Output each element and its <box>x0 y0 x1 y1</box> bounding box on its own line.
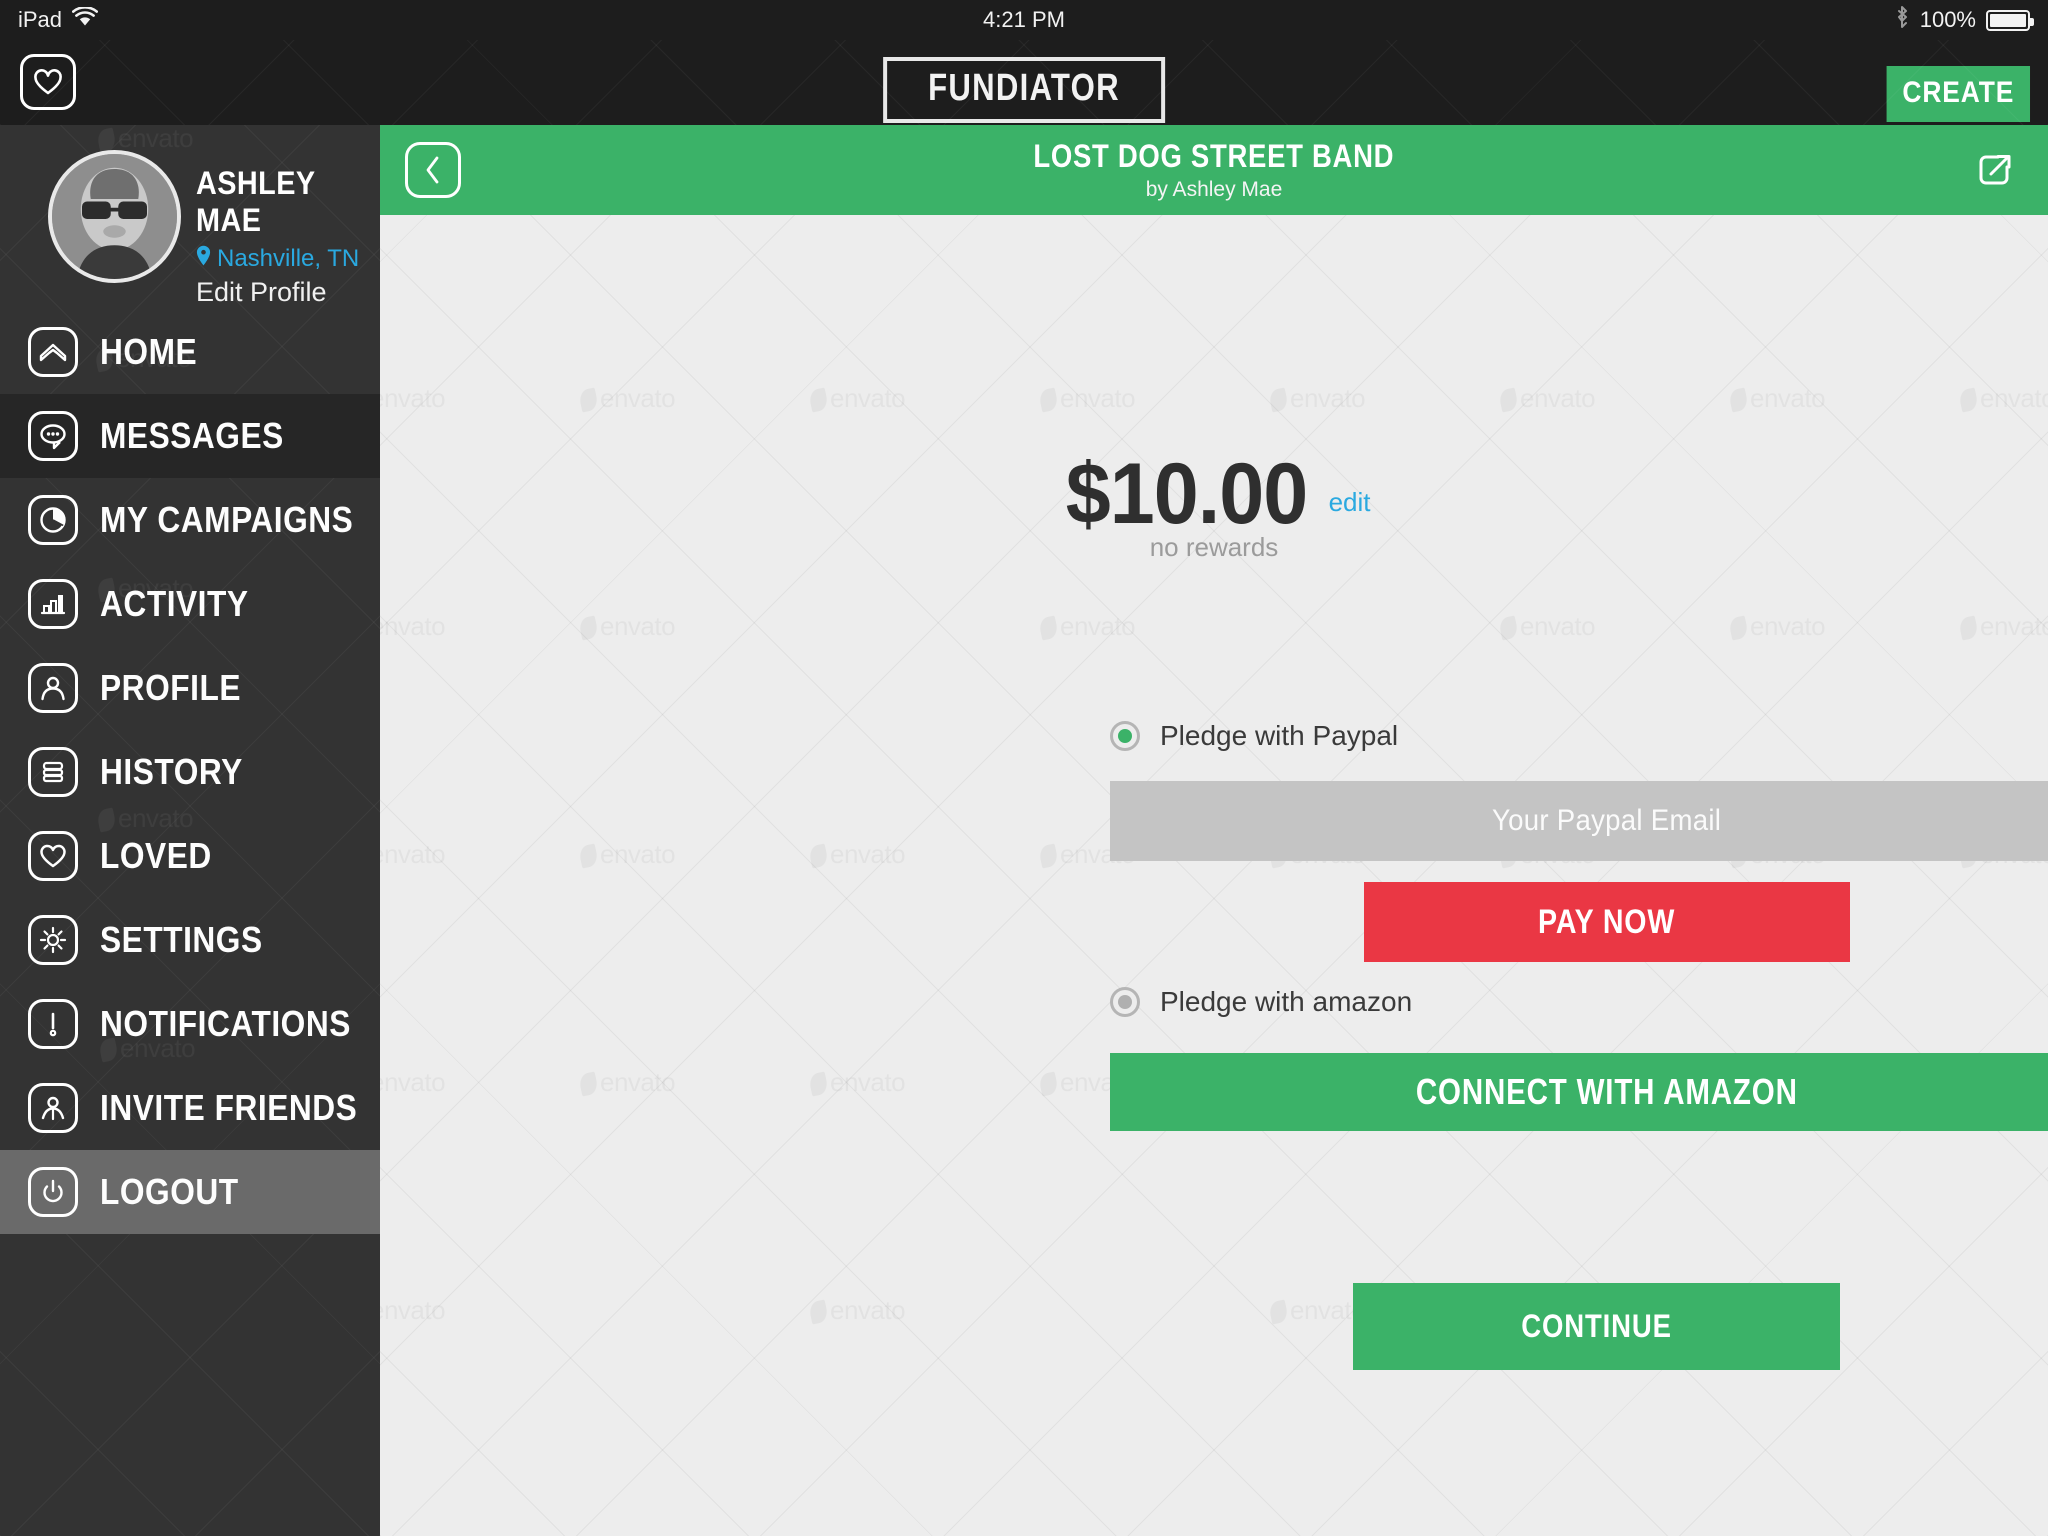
sidebar-item-label: SETTINGS <box>100 919 263 960</box>
watermark-text: envato <box>1500 611 1596 642</box>
watermark-text: envato <box>380 1295 446 1326</box>
edit-profile-link[interactable]: Edit Profile <box>196 277 380 308</box>
battery-icon <box>1986 9 2034 31</box>
power-icon <box>28 1167 78 1217</box>
sidebar-item-label: MESSAGES <box>100 415 284 456</box>
app-top-bar: FUNDIATOR CREATE <box>0 40 2048 125</box>
sidebar-item-profile[interactable]: PROFILE <box>0 646 380 730</box>
watermark-text: envato <box>810 1295 906 1326</box>
campaign-header: LOST DOG STREET BAND by Ashley Mae <box>380 125 2048 215</box>
sidebar-item-label: HOME <box>100 331 198 372</box>
sidebar-item-messages[interactable]: MESSAGES <box>0 394 380 478</box>
home-icon <box>28 327 78 377</box>
heart-icon[interactable] <box>20 54 76 110</box>
sidebar-item-label: LOGOUT <box>100 1171 239 1212</box>
sidebar-item-notifications[interactable]: NOTIFICATIONS <box>0 982 380 1066</box>
watermark-text: envato <box>380 839 446 870</box>
payment-option-label: Pledge with Paypal <box>1160 720 1399 751</box>
create-button-label: CREATE <box>1902 76 2015 109</box>
watermark-text: envato <box>810 1067 906 1098</box>
main-content: envato envato envato envato envato envat… <box>380 125 2048 1536</box>
watermark-text: envato <box>580 611 676 642</box>
watermark-text: envato <box>580 839 676 870</box>
watermark-text: envato <box>1730 383 1826 414</box>
watermark-text: envato <box>380 1067 446 1098</box>
user-name: ASHLEY MAE <box>196 165 315 238</box>
paypal-email-input[interactable]: Your Paypal Email <box>1110 781 2048 861</box>
sidebar-item-logout[interactable]: LOGOUT <box>0 1150 380 1234</box>
sidebar-item-settings[interactable]: SETTINGS <box>0 898 380 982</box>
sidebar-profile-text: ASHLEY MAE Nashville, TN Edit Profile <box>196 165 380 308</box>
payment-option-label: Pledge with amazon <box>1160 986 1413 1017</box>
sidebar: envato envato envato envato envato ASHLE… <box>0 125 380 1536</box>
sidebar-item-my-campaigns[interactable]: MY CAMPAIGNS <box>0 478 380 562</box>
watermark-text: envato <box>1500 383 1596 414</box>
sidebar-item-label: PROFILE <box>100 667 241 708</box>
sidebar-item-invite-friends[interactable]: INVITE FRIENDS <box>0 1066 380 1150</box>
continue-label: CONTINUE <box>1521 1308 1672 1344</box>
sidebar-item-label: INVITE FRIENDS <box>100 1087 358 1128</box>
radio-amazon[interactable] <box>1110 987 1140 1017</box>
sidebar-profile[interactable]: ASHLEY MAE Nashville, TN Edit Profile <box>0 125 380 310</box>
heart-icon <box>28 831 78 881</box>
pledge-amount: $10.00 <box>1065 446 1308 542</box>
sidebar-item-home[interactable]: HOME <box>0 310 380 394</box>
share-external-icon[interactable] <box>1967 142 2023 198</box>
continue-button[interactable]: CONTINUE <box>1353 1283 1840 1370</box>
user-location: Nashville, TN <box>196 245 380 273</box>
add-person-icon <box>28 1083 78 1133</box>
chat-bubble-icon <box>28 411 78 461</box>
sidebar-item-loved[interactable]: LOVED <box>0 814 380 898</box>
map-pin-icon <box>196 245 211 273</box>
watermark-text: envato <box>1730 611 1826 642</box>
create-button[interactable]: CREATE <box>1886 66 2030 122</box>
sidebar-item-label: NOTIFICATIONS <box>100 1003 351 1044</box>
connect-with-amazon-button[interactable]: CONNECT WITH AMAZON <box>1110 1053 2048 1131</box>
bar-chart-icon <box>28 579 78 629</box>
sidebar-item-label: MY CAMPAIGNS <box>100 499 354 540</box>
gear-icon <box>28 915 78 965</box>
sidebar-nav: HOME MESSAGES MY CAMPAIGNS ACTIVITY PROF… <box>0 310 380 1234</box>
watermark-text: envato <box>1270 1295 1366 1326</box>
page-title: LOST DOG STREET BAND <box>1033 138 1395 174</box>
campaign-title-block: LOST DOG STREET BAND by Ashley Mae <box>380 138 2048 202</box>
pay-now-button[interactable]: PAY NOW <box>1364 882 1850 962</box>
edit-amount-link[interactable]: edit <box>1329 487 1371 518</box>
avatar <box>48 150 181 283</box>
user-location-label: Nashville, TN <box>217 245 360 272</box>
watermark-text: envato <box>1040 383 1136 414</box>
list-icon <box>28 747 78 797</box>
watermark-text: envato <box>380 383 446 414</box>
payment-option-amazon[interactable]: Pledge with amazon <box>1110 986 1412 1018</box>
pay-now-label: PAY NOW <box>1538 902 1676 941</box>
sidebar-item-label: ACTIVITY <box>100 583 249 624</box>
paypal-email-placeholder: Your Paypal Email <box>1492 804 1722 837</box>
exclamation-icon <box>28 999 78 1049</box>
ios-status-bar: iPad 4:21 PM 100% <box>0 0 2048 40</box>
watermark-text: envato <box>380 611 446 642</box>
app-logo: FUNDIATOR <box>883 57 1165 123</box>
sidebar-item-history[interactable]: HISTORY <box>0 730 380 814</box>
sidebar-item-label: HISTORY <box>100 751 243 792</box>
payment-option-paypal[interactable]: Pledge with Paypal <box>1110 720 1398 752</box>
person-icon <box>28 663 78 713</box>
connect-with-amazon-label: CONNECT WITH AMAZON <box>1416 1071 1798 1112</box>
radio-paypal[interactable] <box>1110 721 1140 751</box>
pledge-amount-row: $10.00 edit <box>380 445 2048 544</box>
campaign-byline: by Ashley Mae <box>1145 178 1283 201</box>
rewards-note: no rewards <box>1149 532 1279 562</box>
watermark-text: envato <box>1960 611 2048 642</box>
watermark-text: envato <box>1960 383 2048 414</box>
watermark-text: envato <box>810 839 906 870</box>
pie-chart-icon <box>28 495 78 545</box>
sidebar-item-label: LOVED <box>100 835 212 876</box>
app-logo-text: FUNDIATOR <box>928 67 1120 109</box>
watermark-text: envato <box>810 383 906 414</box>
watermark-text: envato <box>580 383 676 414</box>
status-clock: 4:21 PM <box>983 7 1065 32</box>
sidebar-item-activity[interactable]: ACTIVITY <box>0 562 380 646</box>
watermark-text: envato <box>1270 383 1366 414</box>
watermark-text: envato <box>1040 611 1136 642</box>
watermark-text: envato <box>580 1067 676 1098</box>
